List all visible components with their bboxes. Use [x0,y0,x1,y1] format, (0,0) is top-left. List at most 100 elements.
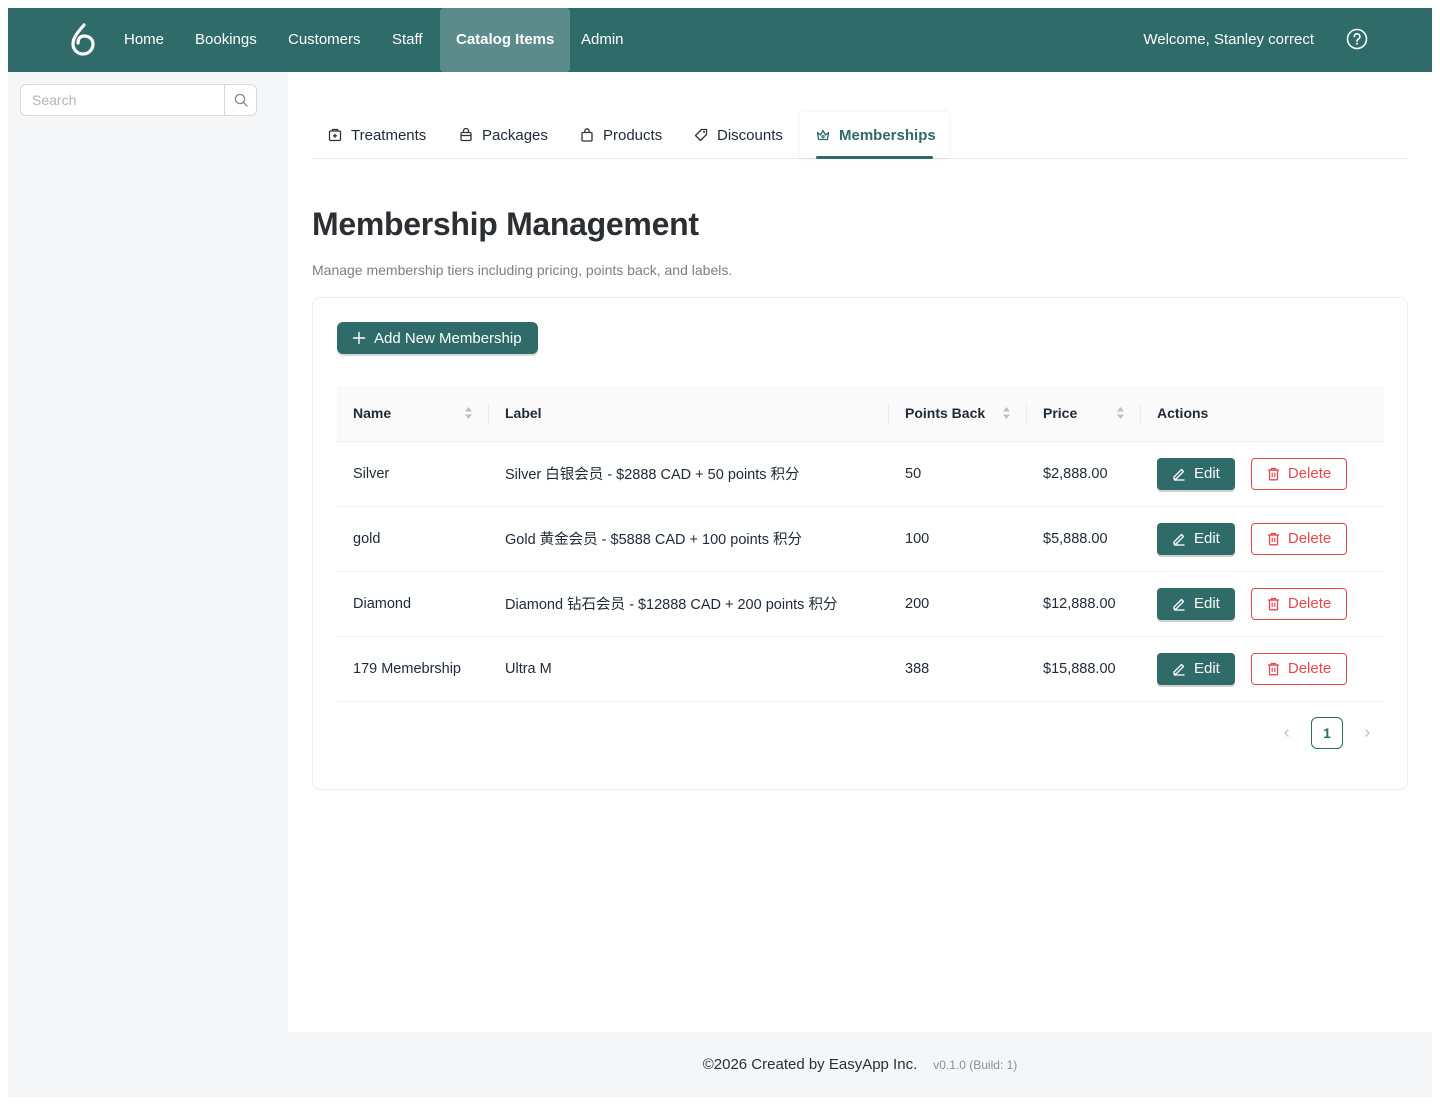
table-row: Diamond Diamond 钻石会员 - $12888 CAD + 200 p… [337,571,1384,637]
delete-button[interactable]: Delete [1250,522,1348,555]
edit-button[interactable]: Edit [1157,457,1235,490]
cell-name: 179 Memebrship [337,636,489,702]
cell-actions: Edit Delete [1141,506,1384,572]
catalog-tabs: Treatments Packages Products Discounts M… [312,112,1408,159]
edit-icon [1173,598,1185,611]
plus-icon [352,331,366,345]
chevron-right-icon [1365,729,1370,737]
edit-button[interactable]: Edit [1157,522,1235,555]
delete-button-label: Delete [1287,530,1332,547]
app-frame: Home Bookings Customers Staff Catalog It… [8,8,1432,1097]
sidebar [8,72,288,1032]
column-header-actions: Actions [1141,386,1384,442]
footer-version: v0.1.0 (Build: 1) [933,1057,1018,1072]
tag-icon [694,128,708,142]
nav-admin[interactable]: Admin [565,8,640,72]
column-header-label: Label [489,386,889,442]
cell-name: gold [337,506,489,572]
tab-discounts-label: Discounts [717,126,783,144]
nav-home[interactable]: Home [108,8,180,72]
brand-logo-icon[interactable] [68,22,98,58]
trash-icon [1267,597,1279,610]
top-nav: Home Bookings Customers Staff Catalog It… [8,8,1432,72]
chevron-left-icon [1284,729,1289,737]
column-header-points-back[interactable]: Points Back [889,386,1027,442]
delete-button-label: Delete [1287,660,1332,677]
tab-packages[interactable]: Packages [459,112,548,158]
tab-discounts[interactable]: Discounts [694,112,783,158]
pagination: 1 [1271,717,1383,749]
column-header-price[interactable]: Price [1027,386,1141,442]
edit-button-label: Edit [1194,465,1220,482]
sort-icon[interactable] [1116,406,1125,420]
sort-icon[interactable] [1002,406,1011,420]
page-number-button[interactable]: 1 [1311,717,1343,749]
footer-copyright: ©2026 Created by EasyApp Inc. [702,1056,918,1073]
add-membership-button[interactable]: Add New Membership [337,322,538,354]
package-icon [460,128,472,142]
cell-actions: Edit Delete [1141,636,1384,702]
cell-points-back: 50 [889,441,1027,507]
edit-button-label: Edit [1194,595,1220,612]
delete-button-label: Delete [1287,465,1332,482]
trash-icon [1267,662,1279,675]
treatment-icon [328,128,342,142]
cell-actions: Edit Delete [1141,441,1384,507]
tab-memberships-label: Memberships [839,126,936,144]
column-points-label: Points Back [905,405,986,422]
column-label-label: Label [505,405,542,422]
tab-treatments-label: Treatments [351,126,427,144]
edit-button-label: Edit [1194,660,1220,677]
tab-products[interactable]: Products [580,112,662,158]
cell-points-back: 100 [889,506,1027,572]
trash-icon [1267,467,1279,480]
edit-icon [1173,468,1185,481]
search-icon [234,93,248,107]
column-name-label: Name [353,405,392,422]
cell-label: Gold 黄金会员 - $5888 CAD + 100 points 积分 [489,506,889,572]
table-row: gold Gold 黄金会员 - $5888 CAD + 100 points 积… [337,506,1384,572]
question-circle-icon[interactable] [1346,28,1368,50]
cell-actions: Edit Delete [1141,571,1384,637]
main-content: Treatments Packages Products Discounts M… [288,72,1432,1032]
tab-products-label: Products [603,126,663,144]
tab-memberships[interactable]: Memberships [816,112,936,158]
column-price-label: Price [1043,405,1078,422]
search-button[interactable] [224,85,256,115]
page-subtitle: Manage membership tiers including pricin… [312,262,733,278]
edit-icon [1173,663,1185,676]
cell-label: Silver 白银会员 - $2888 CAD + 50 points 积分 [489,441,889,507]
cell-price: $2,888.00 [1027,441,1141,507]
cell-name: Diamond [337,571,489,637]
nav-customers[interactable]: Customers [272,8,377,72]
edit-button[interactable]: Edit [1157,587,1235,620]
nav-catalog-items[interactable]: Catalog Items [440,8,571,72]
delete-button[interactable]: Delete [1250,457,1348,490]
cell-price: $15,888.00 [1027,636,1141,702]
nav-bookings[interactable]: Bookings [179,8,273,72]
next-page-button[interactable] [1351,717,1383,749]
crown-icon [816,129,830,141]
welcome-text[interactable]: Welcome, Stanley correct [1143,8,1314,72]
search-input[interactable] [21,85,225,115]
tab-treatments[interactable]: Treatments [328,112,426,158]
delete-button[interactable]: Delete [1250,652,1348,685]
nav-staff[interactable]: Staff [376,8,439,72]
shopping-bag-icon [581,128,593,142]
table-row: 179 Memebrship Ultra M 388 $15,888.00 Edit De… [337,636,1384,702]
edit-button-label: Edit [1194,530,1220,547]
cell-name: Silver [337,441,489,507]
tab-active-indicator [816,156,933,159]
cell-price: $12,888.00 [1027,571,1141,637]
prev-page-button[interactable] [1271,717,1303,749]
sort-icon[interactable] [464,406,473,420]
trash-icon [1267,532,1279,545]
delete-button[interactable]: Delete [1250,587,1348,620]
edit-button[interactable]: Edit [1157,652,1235,685]
sidebar-search [20,84,257,116]
column-actions-label: Actions [1157,405,1209,422]
edit-icon [1173,533,1185,546]
tab-packages-label: Packages [482,126,548,144]
column-header-name[interactable]: Name [337,386,489,442]
cell-points-back: 388 [889,636,1027,702]
